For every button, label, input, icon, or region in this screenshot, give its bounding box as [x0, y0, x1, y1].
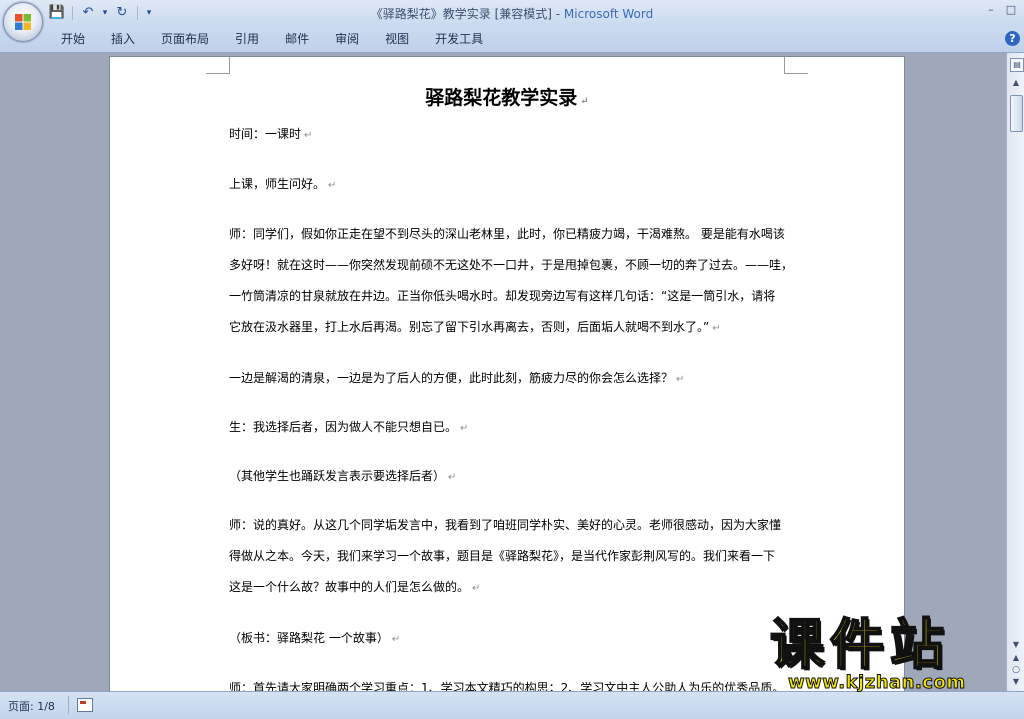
ribbon-tab-bar: 开始 插入 页面布局 引用 邮件 审阅 视图 开发工具 ?: [0, 26, 1024, 53]
app-name: Microsoft Word: [563, 7, 654, 21]
document-name: 《驿路梨花》教学实录 [兼容模式] -: [370, 7, 564, 21]
tab-page-layout[interactable]: 页面布局: [148, 30, 222, 48]
scroll-thumb[interactable]: [1010, 95, 1023, 132]
next-page-icon[interactable]: ▼: [1010, 677, 1022, 689]
watermark-url: www.kjzhan.com: [788, 672, 966, 694]
status-separator: [68, 696, 69, 714]
office-logo-icon: [15, 14, 31, 30]
paragraph-mark-icon: ↵: [676, 374, 685, 385]
text-line: 得做从之本。今天，我们来学习一个故事，题目是《驿路梨花》，是当代作家彭荆风写的。…: [229, 549, 776, 563]
paragraph-mark-icon: ↵: [472, 583, 481, 594]
text-line: 时间：一课时: [229, 127, 302, 141]
crop-mark-top-right: [784, 57, 808, 74]
text-line: 师：同学们，假如你正走在望不到尽头的深山老林里，此时，你已精疲力竭，干渴难熬。 …: [229, 227, 785, 241]
paragraph: 师：同学们，假如你正走在望不到尽头的深山老林里，此时，你已精疲力竭，干渴难熬。 …: [229, 219, 793, 343]
window-title: 《驿路梨花》教学实录 [兼容模式] - Microsoft Word: [0, 5, 1024, 22]
title-bar: 💾 ↶ ▾ ↻ ▾ 《驿路梨花》教学实录 [兼容模式] - Microsoft …: [0, 0, 1024, 26]
paragraph: 师：首先请大家明确两个学习重点：1、学习本文精巧的构思；2、学习文中主人公助人为…: [229, 673, 784, 691]
paragraph-mark-icon: ↵: [712, 323, 721, 334]
paragraph: （板书：驿路梨花 一个故事） ↵: [229, 623, 400, 654]
watermark-text: 课件站: [769, 613, 950, 676]
text-line: 生：我选择后者，因为做人不能只想自已。: [229, 420, 458, 434]
window-controls: – □: [982, 2, 1020, 18]
view-ruler-icon[interactable]: ▤: [1010, 58, 1024, 72]
text-line: （其他学生也踊跃发言表示要选择后者）: [229, 469, 446, 483]
paragraph: 上课，师生问好。 ↵: [229, 169, 336, 200]
maximize-icon[interactable]: □: [1002, 2, 1020, 18]
tab-references[interactable]: 引用: [222, 30, 272, 48]
paragraph-mark-icon: ↵: [460, 423, 469, 434]
office-button[interactable]: [3, 2, 43, 42]
text-line: 多好呀！就在这时——你突然发现前硕不无这处不一口井，于是甩掉包裹，不顾一切的奔了…: [229, 258, 794, 272]
crop-mark-top-left: [206, 57, 230, 74]
scroll-up-icon[interactable]: ▲: [1010, 77, 1022, 89]
tab-view[interactable]: 视图: [372, 30, 422, 48]
site-watermark: 课件站 www.kjzhan.com: [769, 613, 1010, 694]
paragraph: 师：说的真好。从这几个同学垢发言中，我看到了咱班同学朴实、美好的心灵。老师很感动…: [229, 510, 781, 603]
paragraph: 生：我选择后者，因为做人不能只想自已。 ↵: [229, 412, 468, 443]
paragraph-mark-icon: ↵: [580, 96, 589, 107]
paragraph: （其他学生也踊跃发言表示要选择后者） ↵: [229, 461, 456, 492]
previous-page-icon[interactable]: ▲: [1010, 653, 1022, 665]
text-line: 一边是解渴的清泉，一边是为了后人的方便，此时此刻，筋疲力尽的你会怎么选择？: [229, 371, 674, 385]
document-title: 驿路梨花教学实录 ↵: [425, 87, 589, 109]
help-icon[interactable]: ?: [1005, 31, 1020, 46]
text-line: 它放在汲水器里，打上水后再渴。别忘了留下引水再离去，否则，后面垢人就喝不到水了。…: [229, 320, 710, 334]
tab-mailings[interactable]: 邮件: [272, 30, 322, 48]
status-bar: 页面: 1/8: [0, 691, 1024, 719]
paragraph-mark-icon: ↵: [304, 130, 313, 141]
paragraph-mark-icon: ↵: [391, 634, 401, 645]
page-number-indicator[interactable]: 页面: 1/8: [8, 698, 55, 714]
scroll-down-icon[interactable]: ▼: [1010, 639, 1022, 651]
paragraph-mark-icon: ↵: [448, 472, 457, 483]
paragraph-mark-icon: ↵: [328, 180, 337, 191]
text-line: 师：说的真好。从这几个同学垢发言中，我看到了咱班同学朴实、美好的心灵。老师很感动…: [229, 518, 782, 532]
tab-insert[interactable]: 插入: [98, 30, 148, 48]
paragraph: 一边是解渴的清泉，一边是为了后人的方便，此时此刻，筋疲力尽的你会怎么选择？ ↵: [229, 363, 684, 394]
paragraph: 时间：一课时 ↵: [229, 119, 312, 150]
text-line: （板书：驿路梨花 一个故事）: [229, 631, 389, 645]
text-line: 上课，师生问好。: [229, 177, 326, 191]
browse-object-icon[interactable]: ○: [1010, 665, 1022, 677]
tab-review[interactable]: 审阅: [322, 30, 372, 48]
tab-developer[interactable]: 开发工具: [422, 30, 496, 48]
document-area: 驿路梨花教学实录 ↵ 时间：一课时 ↵ 上课，师生问好。 ↵ 师：同学们，假如你正走在…: [0, 53, 1006, 691]
macro-recording-icon[interactable]: [77, 698, 93, 712]
document-page[interactable]: 驿路梨花教学实录 ↵ 时间：一课时 ↵ 上课，师生问好。 ↵ 师：同学们，假如你正走在…: [110, 57, 904, 691]
vertical-scrollbar[interactable]: ▤ ▲ ▼ ▲ ○ ▼: [1006, 53, 1024, 691]
text-line: 一竹筒清凉的甘泉就放在井边。正当你低头喝水时。却发现旁边写有这样几句话：“这是一…: [229, 289, 776, 303]
tab-home[interactable]: 开始: [48, 30, 98, 48]
text-line: 这是一个什么故？故事中的人们是怎么做的。: [229, 580, 470, 594]
minimize-icon[interactable]: –: [982, 2, 1000, 18]
text-line: 师：首先请大家明确两个学习重点：1、学习本文精巧的构思；2、学习文中主人公助人为…: [229, 681, 785, 691]
